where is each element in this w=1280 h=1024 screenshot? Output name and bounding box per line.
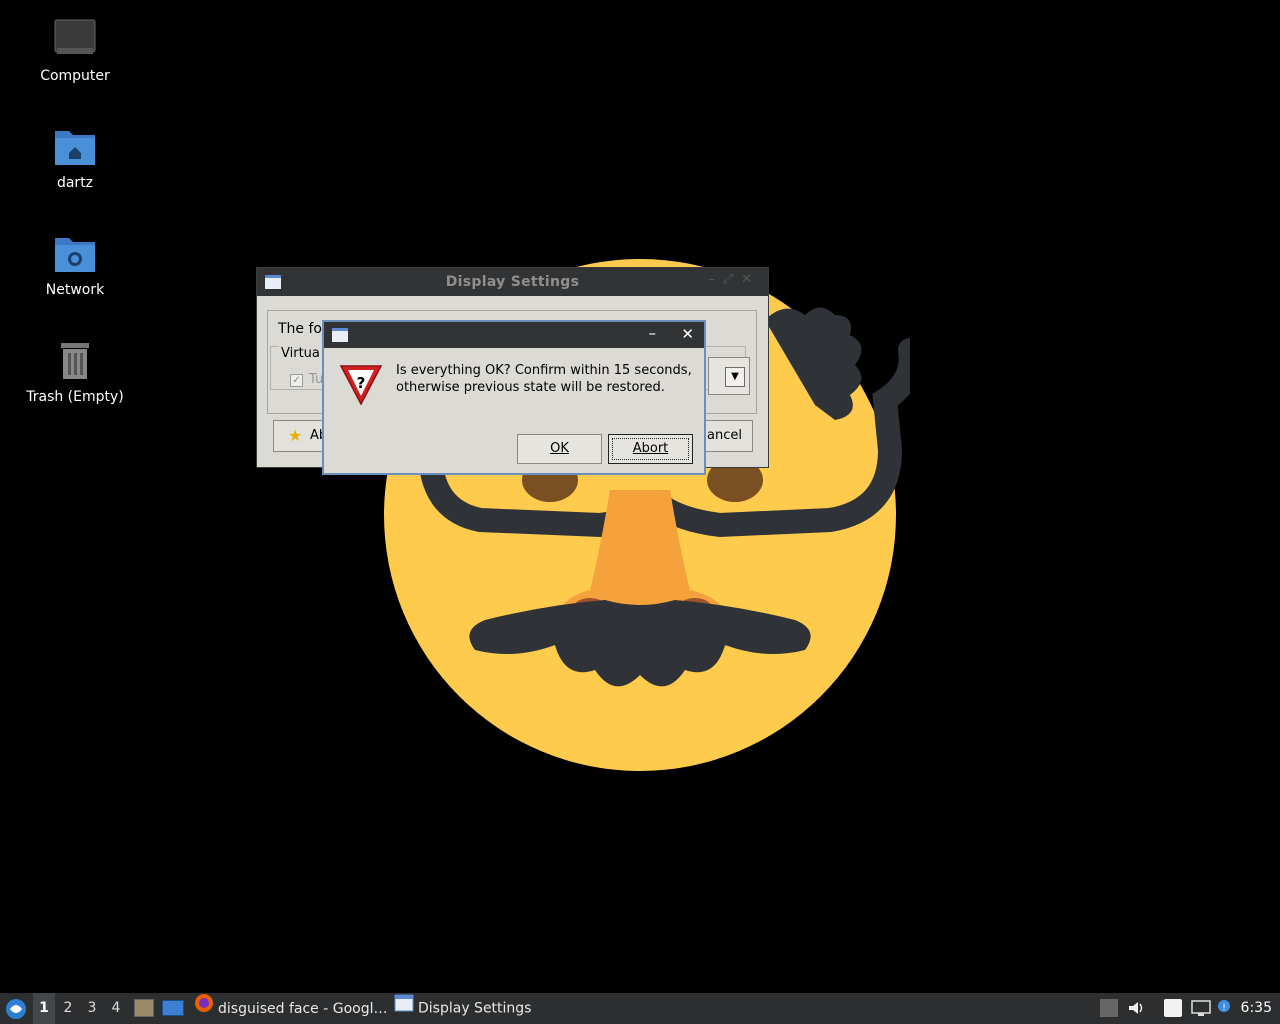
message-line-2: otherwise previous state will be restore… — [396, 380, 665, 395]
notification-icon[interactable]: ! — [1216, 999, 1234, 1017]
star-icon: ★ — [288, 426, 303, 445]
eject-icon[interactable] — [1100, 999, 1118, 1017]
network-folder-icon — [53, 232, 97, 276]
ok-button[interactable]: OK — [517, 434, 602, 464]
resolution-dropdown[interactable]: ▼ — [708, 357, 750, 395]
home-folder-icon — [53, 125, 97, 169]
workspace-2[interactable]: 2 — [57, 993, 79, 1024]
desktop-icon-label: Trash (Empty) — [26, 389, 124, 405]
clipboard-icon[interactable] — [1164, 999, 1182, 1017]
display-settings-titlebar[interactable]: Display Settings –⤢✕ — [257, 268, 768, 296]
message-line-1: Is everything OK? Confirm within 15 seco… — [396, 363, 692, 378]
svg-text:!: ! — [1222, 1003, 1226, 1013]
app-menu-button[interactable] — [4, 997, 28, 1021]
close-button[interactable]: ✕ — [681, 325, 694, 343]
network-status-icon[interactable] — [1191, 999, 1211, 1017]
turn-on-checkbox[interactable]: ✓ — [290, 374, 303, 387]
confirm-dialog-titlebar[interactable]: – ✕ — [324, 322, 704, 348]
workspace-3[interactable]: 3 — [81, 993, 103, 1024]
window-icon — [332, 328, 348, 342]
chevron-down-icon: ▼ — [725, 367, 745, 387]
desktop-icon-trash[interactable]: Trash (Empty) — [15, 339, 135, 405]
show-desktop-icon[interactable] — [162, 1000, 184, 1016]
desktop-icon-computer[interactable]: Computer — [15, 18, 135, 84]
abort-button[interactable]: Abort — [608, 434, 693, 464]
abort-label: Abort — [632, 441, 669, 456]
taskbar: 1 2 3 4 disguised face - Googl… Display … — [0, 993, 1280, 1024]
group-label: Virtua — [279, 346, 322, 361]
workspace-4[interactable]: 4 — [105, 993, 127, 1024]
window-controls: –⤢✕ — [708, 272, 760, 287]
desktop-icon-network[interactable]: Network — [15, 232, 135, 298]
svg-text:?: ? — [357, 374, 366, 392]
task-display-settings[interactable]: Display Settings — [394, 993, 531, 1024]
trash-icon — [53, 339, 97, 383]
workspace-1[interactable]: 1 — [33, 993, 55, 1024]
clock[interactable]: 6:35 — [1241, 993, 1272, 1024]
file-manager-launcher-icon[interactable] — [134, 999, 154, 1017]
desktop-icon-label: Computer — [40, 68, 110, 84]
volume-icon[interactable] — [1127, 999, 1145, 1017]
desktop-icon-label: Network — [45, 282, 105, 298]
task-firefox[interactable]: disguised face - Googl… — [194, 993, 388, 1024]
computer-icon — [53, 18, 97, 62]
confirm-dialog: – ✕ ? Is everything OK? Confirm within 1… — [322, 320, 706, 475]
cancel-label: ancel — [707, 428, 742, 443]
task-label: disguised face - Googl… — [218, 1001, 388, 1017]
minimize-button[interactable]: – — [649, 324, 657, 342]
confirm-message: Is everything OK? Confirm within 15 seco… — [396, 362, 692, 396]
focus-ring: Abort — [612, 438, 689, 460]
warning-question-icon: ? — [339, 365, 383, 406]
desktop-icon-home-folder[interactable]: dartz — [15, 125, 135, 191]
task-label: Display Settings — [418, 1000, 532, 1017]
ok-label: OK — [550, 441, 569, 456]
firefox-icon — [194, 993, 214, 1024]
frame-text: The fol — [278, 321, 326, 337]
window-title: Display Settings — [445, 274, 580, 290]
window-icon — [394, 993, 414, 1024]
desktop-icon-label: dartz — [56, 175, 94, 191]
lxqt-logo-icon — [6, 999, 26, 1019]
